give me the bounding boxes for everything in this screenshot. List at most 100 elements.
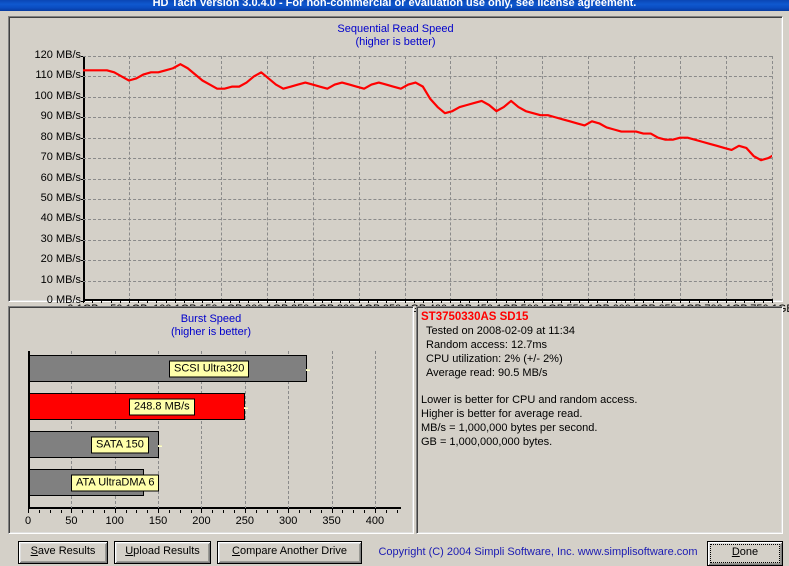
- sequential-read-heading: Sequential Read Speed (higher is better): [9, 23, 782, 49]
- burst-x-axis-tick: [158, 508, 160, 513]
- x-axis-minor-tick: [753, 301, 755, 303]
- y-axis-tick-label: 90 MB/s: [40, 110, 81, 123]
- x-axis-minor-tick: [349, 301, 351, 303]
- x-axis-minor-tick: [294, 301, 296, 303]
- drive-model-name: ST3750330AS SD15: [421, 311, 529, 323]
- x-axis-minor-tick: [487, 301, 489, 303]
- burst-speed-panel: Burst Speed (higher is better) SCSI Ultr…: [8, 306, 414, 534]
- x-axis-minor-tick: [441, 301, 443, 303]
- x-axis-minor-tick: [211, 301, 213, 303]
- x-axis-minor-tick: [533, 301, 535, 303]
- burst-x-axis-minor-tick: [179, 510, 181, 513]
- compare-another-drive-button[interactable]: Compare Another Drive: [217, 541, 362, 564]
- x-axis-minor-tick: [514, 301, 516, 303]
- x-axis-minor-tick: [615, 301, 617, 303]
- x-axis-minor-tick: [459, 301, 461, 303]
- sequential-read-title: Sequential Read Speed: [337, 23, 454, 35]
- y-axis-tick-label: 20 MB/s: [40, 253, 81, 266]
- x-axis-tick: [772, 299, 773, 303]
- y-axis-tick-label: 60 MB/s: [40, 171, 81, 184]
- x-axis-minor-tick: [551, 301, 553, 303]
- x-axis-minor-tick: [193, 301, 195, 303]
- burst-x-axis-minor-tick: [38, 510, 40, 513]
- window-title: HD Tach Version 3.0.4.0 - For non-commer…: [152, 0, 637, 9]
- burst-x-axis-minor-tick: [190, 510, 192, 513]
- x-axis-minor-tick: [184, 301, 186, 303]
- x-axis-tick: [83, 299, 84, 303]
- x-axis-tick: [128, 299, 130, 303]
- burst-bar: [29, 355, 307, 382]
- burst-x-axis-minor-tick: [277, 510, 279, 513]
- x-axis-minor-tick: [156, 301, 158, 303]
- sequential-plot-area: [83, 56, 773, 301]
- note-mbs-definition: MB/s = 1,000,000 bytes per second.: [421, 422, 598, 434]
- burst-bar-label: SCSI Ultra320: [169, 360, 250, 377]
- x-axis-tick: [312, 299, 314, 303]
- save-results-button[interactable]: Save Results: [18, 541, 108, 564]
- x-axis-minor-tick: [744, 301, 746, 303]
- burst-x-axis-minor-tick: [309, 510, 311, 513]
- burst-speed-subtitle: (higher is better): [170, 326, 252, 338]
- y-axis-tick-label: 30 MB/s: [40, 232, 81, 245]
- x-axis-tick: [220, 299, 222, 303]
- burst-x-axis-minor-tick: [212, 510, 214, 513]
- burst-x-axis-tick-label: 50: [65, 515, 78, 527]
- x-axis-minor-tick: [119, 301, 121, 303]
- burst-bar-label: 248.8 MB/s: [129, 398, 195, 415]
- x-axis-minor-tick: [165, 301, 167, 303]
- sequential-read-subtitle: (higher is better): [355, 36, 436, 48]
- burst-x-axis-minor-tick: [136, 510, 138, 513]
- burst-x-axis-minor-tick: [147, 510, 149, 513]
- y-axis-tick-label: 80 MB/s: [40, 130, 81, 143]
- x-axis-minor-tick: [523, 301, 525, 303]
- x-axis-minor-tick: [643, 301, 645, 303]
- x-axis-tick: [174, 299, 176, 303]
- y-axis-tick-label: 110 MB/s: [35, 69, 81, 82]
- burst-leader-line: [243, 406, 248, 409]
- x-axis-minor-tick: [707, 301, 709, 303]
- x-axis-minor-tick: [505, 301, 507, 303]
- y-axis-tick-label: 50 MB/s: [40, 191, 81, 204]
- x-axis-minor-tick: [569, 301, 571, 303]
- note-gb-definition: GB = 1,000,000,000 bytes.: [421, 436, 553, 448]
- x-axis-tick: [404, 299, 406, 303]
- x-axis-minor-tick: [413, 301, 415, 303]
- burst-leader-line: [158, 444, 163, 447]
- x-axis-minor-tick: [275, 301, 277, 303]
- burst-bar-label: SATA 150: [91, 436, 149, 453]
- burst-x-axis-tick-label: 400: [365, 515, 385, 527]
- x-axis-minor-tick: [147, 301, 149, 303]
- y-axis-tick-label: 10 MB/s: [40, 273, 81, 286]
- burst-x-axis-minor-tick: [353, 510, 355, 513]
- burst-x-axis-tick: [374, 508, 376, 513]
- burst-x-axis-tick-label: 250: [235, 515, 255, 527]
- burst-bar-label: ATA UltraDMA 6: [71, 474, 160, 491]
- sequential-read-panel: Sequential Read Speed (higher is better)…: [8, 16, 789, 315]
- x-axis-minor-tick: [386, 301, 388, 303]
- burst-speed-title: Burst Speed: [180, 313, 242, 325]
- burst-gridline-vertical: [331, 351, 333, 509]
- x-axis-minor-tick: [689, 301, 691, 303]
- random-access-text: Random access: 12.7ms: [426, 339, 548, 351]
- save-results-label: Save Results: [30, 545, 96, 557]
- x-axis-minor-tick: [257, 301, 259, 303]
- window-titlebar: HD Tach Version 3.0.4.0 - For non-commer…: [0, 0, 789, 11]
- note-higher-is-better: Higher is better for average read.: [421, 408, 583, 420]
- upload-results-button[interactable]: Upload Results: [114, 541, 211, 564]
- x-axis-minor-tick: [652, 301, 654, 303]
- y-axis-tick-label: 100 MB/s: [34, 89, 81, 102]
- done-button[interactable]: Done: [707, 541, 783, 566]
- y-axis-tick-label: 40 MB/s: [40, 212, 81, 225]
- average-read-text: Average read: 90.5 MB/s: [426, 367, 548, 379]
- x-axis-minor-tick: [321, 301, 323, 303]
- x-axis-minor-tick: [202, 301, 204, 303]
- burst-x-axis-tick: [288, 508, 290, 513]
- burst-gridline-vertical: [374, 351, 376, 509]
- burst-x-axis: 0 50 100 150 200 250 300 350 400: [25, 508, 401, 527]
- burst-speed-heading: Burst Speed (higher is better): [9, 313, 413, 339]
- burst-x-axis-minor-tick: [168, 510, 170, 513]
- burst-x-axis-minor-tick: [385, 510, 387, 513]
- burst-x-axis-tick-label: 150: [148, 515, 168, 527]
- burst-x-axis-minor-tick: [342, 510, 344, 513]
- note-lower-is-better: Lower is better for CPU and random acces…: [421, 394, 638, 406]
